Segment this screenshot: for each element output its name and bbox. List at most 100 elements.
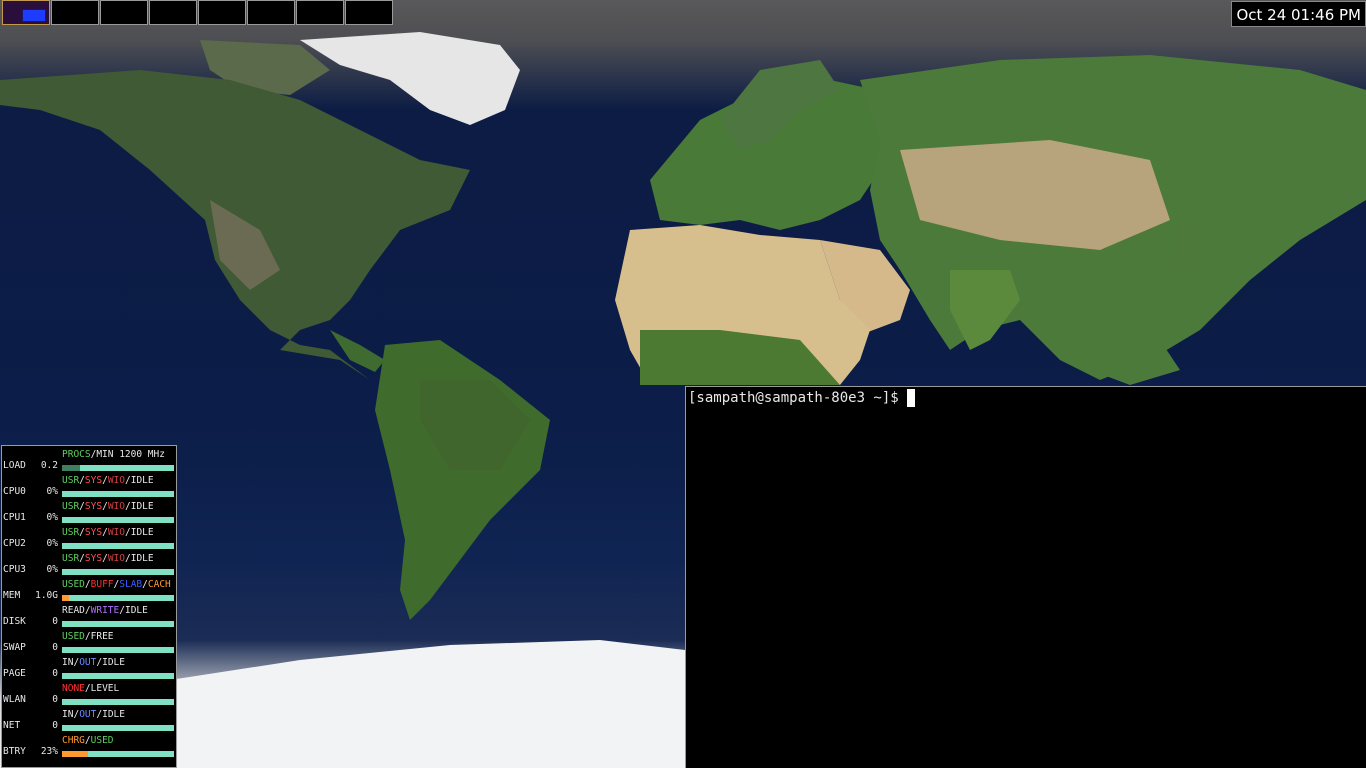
legend-part: IDLE (130, 501, 154, 512)
monitor-row-mem: MEM 1.0G USED/BUFF/SLAB/CACH (2, 576, 176, 602)
legend-part: IN (62, 709, 74, 720)
monitor-row-cpu0: CPU0 0% USR/SYS/WIO/IDLE (2, 472, 176, 498)
monitor-value: 0% (46, 538, 58, 549)
legend-part: SYS (84, 527, 103, 538)
monitor-label: BTRY (3, 746, 26, 757)
legend-part: SYS (84, 501, 103, 512)
legend-part: USR (62, 553, 80, 564)
usage-bar-fill (62, 751, 88, 757)
monitor-value: 0 (52, 668, 58, 679)
legend-part: OUT (79, 709, 97, 720)
legend-part: IN (62, 657, 74, 668)
monitor-label: SWAP (3, 642, 26, 653)
monitor-legend: USR/SYS/WIO/IDLE (62, 553, 154, 564)
monitor-label: CPU3 (3, 564, 26, 575)
legend-part: BUFF (90, 579, 114, 590)
monitor-value: 23% (40, 746, 58, 757)
legend-part: USED (90, 735, 114, 746)
workspace-7-button[interactable] (296, 0, 344, 25)
system-monitor: LOAD 0.2 PROCS/MIN 1200 MHz CPU0 0% USR/SYS/W… (1, 445, 177, 768)
legend-part: WRITE (90, 605, 120, 616)
monitor-row-swap: SWAP 0 USED/FREE (2, 628, 176, 654)
legend-part: USED (62, 631, 85, 642)
legend-part: CHRG (62, 735, 85, 746)
monitor-row-cpu1: CPU1 0% USR/SYS/WIO/IDLE (2, 498, 176, 524)
usage-bar (62, 543, 174, 549)
legend-part: USR (62, 475, 80, 486)
terminal-prompt: [sampath@sampath-80e3 ~]$ (688, 390, 899, 406)
monitor-value: 0.2 (40, 460, 58, 471)
monitor-label: WLAN (3, 694, 26, 705)
workspace-6-button[interactable] (247, 0, 295, 25)
usage-bar (62, 647, 174, 653)
workspace-1-button[interactable] (2, 0, 50, 25)
usage-bar (62, 517, 174, 523)
monitor-label: CPU0 (3, 486, 26, 497)
legend-part: SLAB (119, 579, 143, 590)
monitor-value: 0% (46, 486, 58, 497)
monitor-legend: PROCS/MIN 1200 MHz (62, 449, 165, 460)
monitor-legend: USED/FREE (62, 631, 114, 642)
usage-bar (62, 699, 174, 705)
monitor-row-btry: BTRY 23% CHRG/USED (2, 732, 176, 758)
legend-part: IDLE (130, 527, 154, 538)
monitor-row-wlan: WLAN 0 NONE/LEVEL (2, 680, 176, 706)
usage-bar-fill (62, 595, 69, 601)
legend-part: IDLE (130, 475, 154, 486)
legend-part: USED (62, 579, 85, 590)
monitor-label: CPU1 (3, 512, 26, 523)
legend-part: USR (62, 501, 80, 512)
clock[interactable]: Oct 24 01:46 PM (1231, 1, 1366, 27)
workspace-4-button[interactable] (149, 0, 197, 25)
legend-part: IDLE (102, 657, 125, 668)
monitor-value: 0 (52, 616, 58, 627)
monitor-value: 0% (46, 564, 58, 575)
usage-bar (62, 569, 174, 575)
monitor-legend: USED/BUFF/SLAB/CACH (62, 579, 171, 590)
workspace-8-button[interactable] (345, 0, 393, 25)
legend-part: IDLE (130, 553, 154, 564)
legend-part: LEVEL (90, 683, 120, 694)
usage-bar (62, 595, 174, 601)
monitor-label: DISK (3, 616, 26, 627)
legend-part: PROCS (62, 449, 91, 460)
monitor-row-page: PAGE 0 IN/OUT/IDLE (2, 654, 176, 680)
legend-part: WIO (107, 553, 125, 564)
monitor-value: 0 (52, 720, 58, 731)
legend-part: CACH (147, 579, 171, 590)
usage-bar (62, 725, 174, 731)
monitor-legend: USR/SYS/WIO/IDLE (62, 527, 154, 538)
usage-bar (62, 751, 174, 757)
monitor-row-net: NET 0 IN/OUT/IDLE (2, 706, 176, 732)
window-thumbnail (22, 9, 46, 22)
legend-part: USR (62, 527, 80, 538)
monitor-legend: READ/WRITE/IDLE (62, 605, 148, 616)
legend-part: IDLE (124, 605, 148, 616)
monitor-legend: NONE/LEVEL (62, 683, 119, 694)
terminal-line: [sampath@sampath-80e3 ~]$ (688, 389, 1364, 407)
legend-part: SYS (84, 475, 103, 486)
monitor-label: LOAD (3, 460, 26, 471)
monitor-row-load: LOAD 0.2 PROCS/MIN 1200 MHz (2, 446, 176, 472)
legend-part: WIO (107, 501, 125, 512)
monitor-row-cpu2: CPU2 0% USR/SYS/WIO/IDLE (2, 524, 176, 550)
monitor-legend: IN/OUT/IDLE (62, 657, 125, 668)
monitor-value: 0 (52, 642, 58, 653)
terminal-window[interactable]: [sampath@sampath-80e3 ~]$ (685, 386, 1366, 768)
monitor-label: NET (3, 720, 21, 731)
workspace-2-button[interactable] (51, 0, 99, 25)
workspace-3-button[interactable] (100, 0, 148, 25)
monitor-label: MEM (3, 590, 21, 601)
workspace-5-button[interactable] (198, 0, 246, 25)
legend-part: NONE (62, 683, 85, 694)
legend-part: SYS (84, 553, 103, 564)
monitor-row-cpu3: CPU3 0% USR/SYS/WIO/IDLE (2, 550, 176, 576)
monitor-label: CPU2 (3, 538, 26, 549)
legend-part: WIO (107, 475, 125, 486)
workspace-pager (2, 0, 393, 25)
monitor-legend: CHRG/USED (62, 735, 114, 746)
usage-bar (62, 621, 174, 627)
usage-bar (62, 673, 174, 679)
usage-bar (62, 491, 174, 497)
legend-part: WIO (107, 527, 125, 538)
